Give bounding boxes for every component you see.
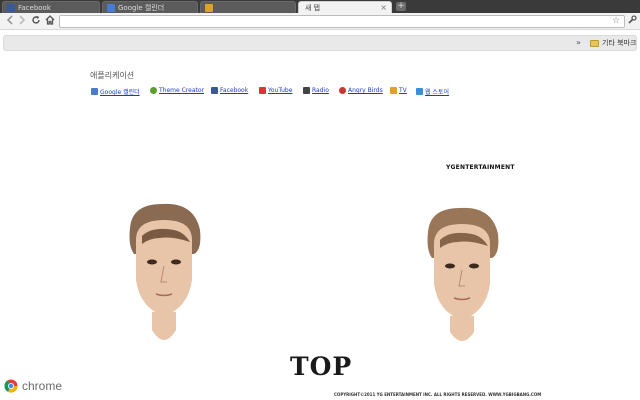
app-label: Theme Creator [159,87,204,94]
back-arrow-icon[interactable] [4,15,16,27]
wrench-icon[interactable] [626,15,638,27]
calendar-icon [107,3,115,12]
web-store-icon [416,88,423,95]
portrait-right [427,207,499,341]
app-google-calendar[interactable]: Google 캘린더 [91,87,140,96]
reload-icon[interactable] [30,15,42,27]
tab-new-tab[interactable]: 새 탭 × [298,1,392,13]
copyright-text: COPYRIGHT©2011 YG ENTERTAINMENT INC. ALL… [334,392,542,397]
tab-label: Facebook [18,3,51,12]
theme-creator-icon [150,87,157,94]
apps-section-title: 애플리케이션 [90,71,135,80]
app-radio[interactable]: Radio [303,87,329,94]
app-facebook[interactable]: Facebook [211,87,248,94]
app-label: Radio [312,87,329,94]
bookmarks-bar: » 기타 북마크 [3,35,637,51]
star-icon[interactable]: ☆ [612,16,620,27]
page-icon [205,3,213,12]
other-bookmarks-label: 기타 북마크 [602,39,637,47]
youtube-icon [259,87,266,94]
radio-icon [303,87,310,94]
address-input[interactable] [66,16,606,27]
app-label: Facebook [220,87,249,94]
top-title-logo: TOP [290,352,353,381]
forward-arrow-icon[interactable] [16,15,28,27]
yg-logo-text: ENTERTAINMENT [455,164,515,171]
angry-birds-icon [339,87,346,94]
home-icon[interactable] [44,15,56,27]
toolbar: ☆ [0,13,640,30]
tab-google-calendar[interactable]: Google 캘린더 [102,1,198,13]
app-tv[interactable]: TV [390,87,407,94]
yg-logo-prefix: YG [446,164,456,171]
chrome-brand: chrome [4,379,62,393]
app-label: TV [399,87,407,94]
facebook-icon [211,87,218,94]
app-label: 웹 스토어 [425,89,449,96]
yg-entertainment-logo: YGENTERTAINMENT [446,164,515,171]
app-label: Angry Birds [348,87,383,94]
chrome-wordmark: chrome [22,379,63,393]
tab-facebook[interactable]: Facebook [2,1,100,13]
bookmarks-overflow-chevron-icon[interactable]: » [576,38,581,47]
other-bookmarks-button[interactable]: 기타 북마크 [590,38,636,48]
close-icon[interactable]: × [380,3,387,13]
app-youtube[interactable]: YouTube [259,87,292,94]
tab-strip: Facebook Google 캘린더 새 탭 × + [0,0,640,13]
facebook-icon [7,3,15,12]
tab-loading[interactable] [200,1,296,13]
tab-label: 새 탭 [305,3,321,12]
app-label: Google 캘린더 [100,89,140,96]
app-theme-creator[interactable]: Theme Creator [150,87,204,94]
app-angry-birds[interactable]: Angry Birds [339,87,383,94]
omnibox[interactable]: ☆ [59,15,625,28]
tab-label: Google 캘린더 [118,3,165,12]
tv-icon [390,87,397,94]
app-web-store[interactable]: 웹 스토어 [416,87,449,96]
folder-icon [590,39,599,47]
portrait-left [129,203,201,340]
apps-list: Google 캘린더 Theme Creator Facebook YouTub… [91,87,491,97]
chrome-logo-icon [4,379,18,393]
app-label: YouTube [268,87,293,94]
new-tab-button[interactable]: + [396,2,406,11]
calendar-icon [91,88,98,95]
